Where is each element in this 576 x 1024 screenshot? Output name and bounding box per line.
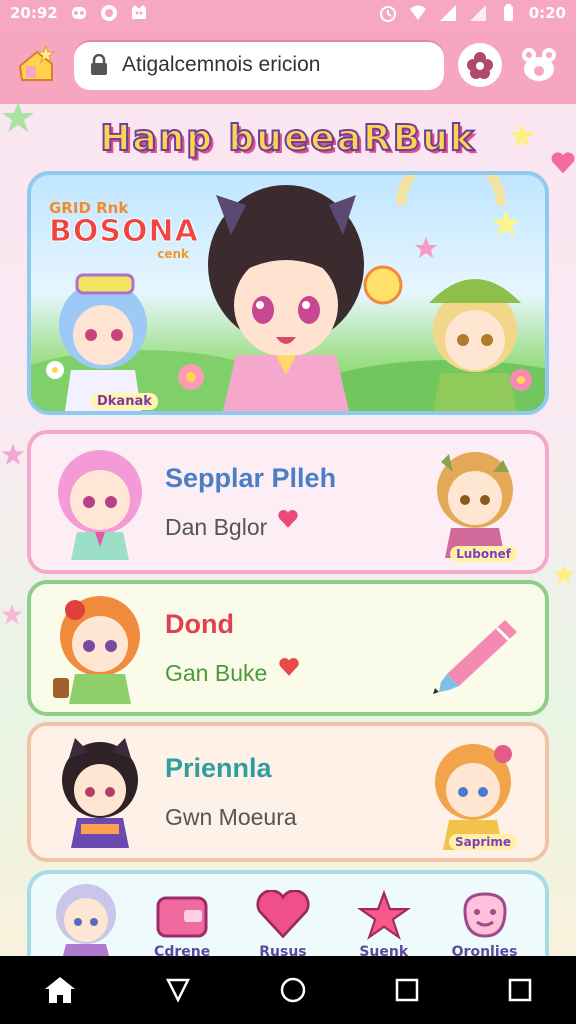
status-time: 20:92 — [10, 4, 58, 22]
card-subtitle: Gan Buke — [165, 660, 268, 686]
game-icon — [71, 7, 86, 19]
lock-icon — [91, 54, 107, 75]
star-decoration-icon — [1, 604, 23, 625]
dock-avatar[interactable] — [41, 878, 132, 960]
recents-icon[interactable] — [394, 977, 420, 1003]
list-item-card[interactable]: Sepplar Plleh Dan Bglor Lubonef — [27, 430, 549, 574]
flower-icon — [467, 52, 493, 79]
alarm-icon — [379, 6, 396, 22]
character-avatar-right — [437, 452, 513, 558]
dock-item-cdrene[interactable]: Cdrene — [132, 890, 233, 960]
bottom-dock: Cdrene Rusus Suenk Oronlies — [27, 870, 549, 966]
hero-badge: Dkanak — [91, 393, 158, 410]
page-title: Hanp bueeaRBuk — [99, 117, 476, 160]
browser-toolbar: Atigalcemnois ericion — [0, 26, 576, 104]
hero-banner[interactable]: GRID Rnk BOSONA cenk Dkanak — [27, 171, 549, 415]
card-subtitle: Dan Bglor — [165, 514, 268, 540]
url-bar[interactable]: Atigalcemnois ericion — [74, 40, 444, 90]
hero-logo: GRID Rnk BOSONA cenk — [43, 195, 203, 265]
system-nav-bar — [0, 956, 576, 1024]
card-badge: Saprime — [448, 834, 517, 850]
character-avatar — [62, 738, 138, 848]
star-decoration-icon — [1, 443, 25, 466]
page-title-container: Hanp bueeaRBuk — [0, 108, 576, 168]
frog-icon — [522, 48, 556, 81]
star-icon — [356, 890, 411, 940]
marker-pen-icon — [433, 620, 517, 694]
dock-item-suenk[interactable]: Suenk — [333, 890, 434, 960]
record-icon — [100, 5, 117, 21]
card-title: Dond — [165, 609, 234, 639]
url-text: Atigalcemnois ericion — [122, 53, 321, 76]
menu-button[interactable] — [516, 42, 562, 88]
home-star-button[interactable] — [14, 42, 60, 88]
avatar — [56, 884, 117, 960]
card-badge: Lubonef — [450, 546, 517, 562]
battery-icon — [503, 4, 513, 21]
status-bar: 20:92 0:20 — [0, 0, 576, 26]
wallet-icon — [156, 896, 208, 938]
list-item-card[interactable]: Priennla Gwn Moeura Saprime — [27, 722, 549, 862]
house-star-icon — [18, 44, 56, 81]
character-avatar — [53, 596, 140, 704]
heart-icon — [279, 658, 299, 676]
dock-item-rusus[interactable]: Rusus — [233, 890, 334, 960]
heart-icon — [278, 510, 298, 528]
extension-button[interactable] — [458, 43, 502, 87]
smile-icon — [463, 892, 507, 938]
status-time-right: 0:20 — [528, 4, 566, 22]
square-icon[interactable] — [507, 977, 533, 1003]
signal-2-icon — [469, 5, 486, 21]
circle-home-icon[interactable] — [278, 975, 308, 1005]
home-icon[interactable] — [43, 975, 77, 1005]
star-decoration-icon — [553, 564, 575, 585]
card-title: Priennla — [165, 753, 272, 783]
hero-logo-sub: cenk — [157, 247, 189, 261]
character-avatar — [58, 450, 142, 560]
back-icon[interactable] — [164, 976, 192, 1004]
cat-icon — [131, 5, 146, 19]
signal-icon — [439, 5, 456, 21]
card-title: Sepplar Plleh — [165, 463, 337, 493]
heart-icon — [256, 890, 310, 939]
card-subtitle: Gwn Moeura — [165, 804, 297, 830]
list-item-card[interactable]: Dond Gan Buke — [27, 580, 549, 716]
dock-item-oronlies[interactable]: Oronlies — [434, 890, 535, 960]
wifi-icon — [409, 5, 426, 20]
hero-logo-main: BOSONA — [49, 214, 199, 249]
